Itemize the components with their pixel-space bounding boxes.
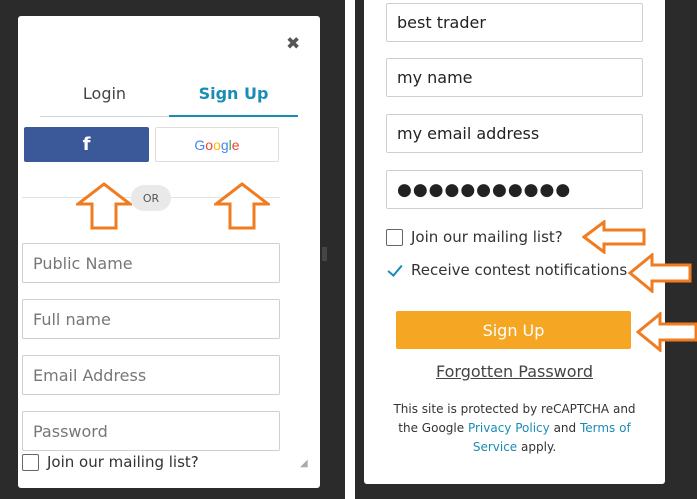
or-badge: OR <box>131 185 171 211</box>
password-input[interactable]: ●●●●●●●●●●● <box>386 170 643 209</box>
contest-notifications-checkbox[interactable]: Receive contest notifications <box>386 261 627 279</box>
mailing-list-checkbox[interactable]: Join our mailing list? <box>22 453 199 471</box>
contest-notifications-label: Receive contest notifications <box>411 261 628 279</box>
mailing-list-checkbox[interactable]: Join our mailing list? <box>386 228 563 246</box>
arrow-left-icon <box>636 312 697 352</box>
close-icon[interactable]: ✖ <box>286 34 300 54</box>
public-name-input[interactable]: Public Name <box>22 243 280 283</box>
arrow-up-icon <box>214 182 270 230</box>
facebook-icon: f <box>82 134 91 155</box>
email-input[interactable]: Email Address <box>22 355 280 395</box>
scroll-thumb[interactable] <box>322 247 327 261</box>
public-name-input[interactable]: best trader <box>386 3 643 42</box>
password-input[interactable]: Password <box>22 411 280 451</box>
resize-handle-icon[interactable]: ◢ <box>300 458 310 469</box>
checkmark-icon[interactable] <box>386 262 403 279</box>
mailing-list-label: Join our mailing list? <box>411 228 563 246</box>
arrow-left-icon <box>628 253 692 293</box>
full-name-input[interactable]: my name <box>386 58 643 97</box>
email-input[interactable]: my email address <box>386 114 643 153</box>
recaptcha-notice: This site is protected by reCAPTCHA and … <box>390 400 639 457</box>
checkbox-box[interactable] <box>386 228 403 246</box>
full-name-input[interactable]: Full name <box>22 299 280 339</box>
arrow-left-icon <box>582 220 646 254</box>
privacy-policy-link[interactable]: Privacy Policy <box>468 421 550 435</box>
sign-up-button[interactable]: Sign Up <box>396 311 631 349</box>
recaptcha-and: and <box>553 421 577 435</box>
google-logo: Google <box>194 136 240 153</box>
tab-signup[interactable]: Sign Up <box>169 80 298 117</box>
arrow-up-icon <box>76 182 132 230</box>
checkbox-box[interactable] <box>22 453 39 471</box>
tab-login[interactable]: Login <box>40 80 169 117</box>
recaptcha-apply: apply. <box>521 440 557 454</box>
mailing-list-label: Join our mailing list? <box>47 453 199 471</box>
google-button[interactable]: Google <box>155 127 279 162</box>
facebook-button[interactable]: f <box>24 127 149 162</box>
forgotten-password-link[interactable]: Forgotten Password <box>364 362 665 381</box>
tab-bar: Login Sign Up <box>40 80 298 117</box>
